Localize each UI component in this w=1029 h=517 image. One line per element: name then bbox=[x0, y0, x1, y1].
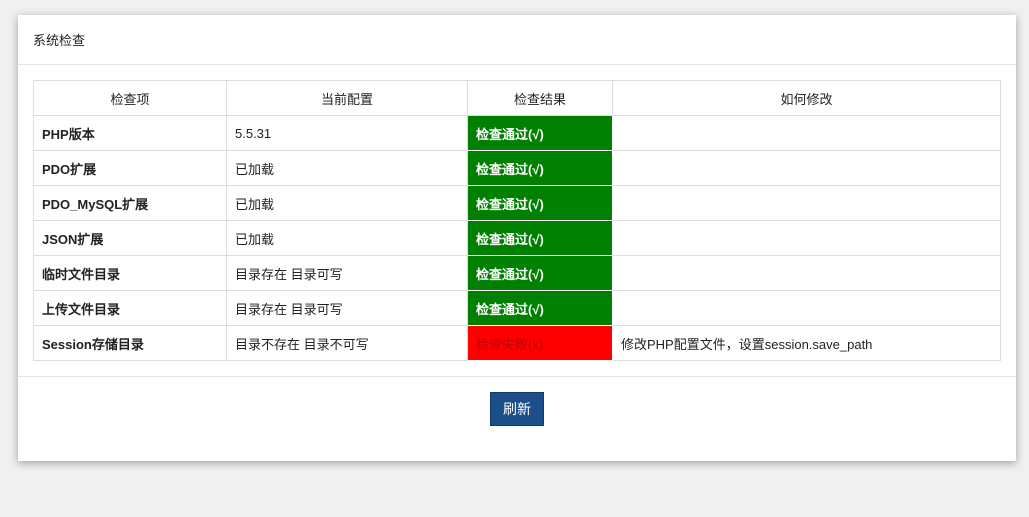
fix-hint bbox=[612, 150, 1001, 186]
check-item: Session存储目录 bbox=[33, 325, 227, 361]
check-result: 检查通过(√) bbox=[467, 150, 613, 186]
current-config: 5.5.31 bbox=[226, 115, 468, 151]
check-item: JSON扩展 bbox=[33, 220, 227, 256]
fix-hint bbox=[612, 255, 1001, 291]
check-result: 检查通过(√) bbox=[467, 255, 613, 291]
table-row: JSON扩展 已加载 检查通过(√) bbox=[33, 220, 1001, 256]
check-item: 上传文件目录 bbox=[33, 290, 227, 326]
fix-hint bbox=[612, 115, 1001, 151]
check-result: 检查通过(√) bbox=[467, 290, 613, 326]
table-row: PDO扩展 已加载 检查通过(√) bbox=[33, 150, 1001, 186]
check-result: 检查失败(x) bbox=[467, 325, 613, 361]
current-config: 已加载 bbox=[226, 220, 468, 256]
check-table: 检查项 当前配置 检查结果 如何修改 PHP版本 5.5.31 检查通过(√) PDO… bbox=[33, 80, 1001, 361]
check-item: PDO_MySQL扩展 bbox=[33, 185, 227, 221]
panel-title: 系统检查 bbox=[18, 15, 1016, 65]
check-item: PDO扩展 bbox=[33, 150, 227, 186]
table-row: 临时文件目录 目录存在 目录可写 检查通过(√) bbox=[33, 255, 1001, 291]
current-config: 已加载 bbox=[226, 185, 468, 221]
col-header-fix: 如何修改 bbox=[612, 80, 1001, 116]
fix-hint: 修改PHP配置文件，设置session.save_path bbox=[612, 325, 1001, 361]
table-row: PDO_MySQL扩展 已加载 检查通过(√) bbox=[33, 185, 1001, 221]
current-config: 目录存在 目录可写 bbox=[226, 255, 468, 291]
col-header-config: 当前配置 bbox=[226, 80, 468, 116]
table-row: 上传文件目录 目录存在 目录可写 检查通过(√) bbox=[33, 290, 1001, 326]
system-check-panel: 系统检查 检查项 当前配置 检查结果 如何修改 PHP版本 5.5.31 检查通过(… bbox=[18, 15, 1016, 461]
check-result: 检查通过(√) bbox=[467, 220, 613, 256]
check-item: 临时文件目录 bbox=[33, 255, 227, 291]
refresh-button[interactable]: 刷新 bbox=[490, 392, 544, 426]
current-config: 已加载 bbox=[226, 150, 468, 186]
table-row: PHP版本 5.5.31 检查通过(√) bbox=[33, 115, 1001, 151]
current-config: 目录不存在 目录不可写 bbox=[226, 325, 468, 361]
current-config: 目录存在 目录可写 bbox=[226, 290, 468, 326]
col-header-result: 检查结果 bbox=[467, 80, 613, 116]
panel-footer bbox=[18, 376, 1016, 377]
table-row: Session存储目录 目录不存在 目录不可写 检查失败(x) 修改PHP配置文件，设… bbox=[33, 325, 1001, 361]
fix-hint bbox=[612, 290, 1001, 326]
fix-hint bbox=[612, 220, 1001, 256]
col-header-item: 检查项 bbox=[33, 80, 227, 116]
check-result: 检查通过(√) bbox=[467, 115, 613, 151]
fix-hint bbox=[612, 185, 1001, 221]
check-result: 检查通过(√) bbox=[467, 185, 613, 221]
check-item: PHP版本 bbox=[33, 115, 227, 151]
